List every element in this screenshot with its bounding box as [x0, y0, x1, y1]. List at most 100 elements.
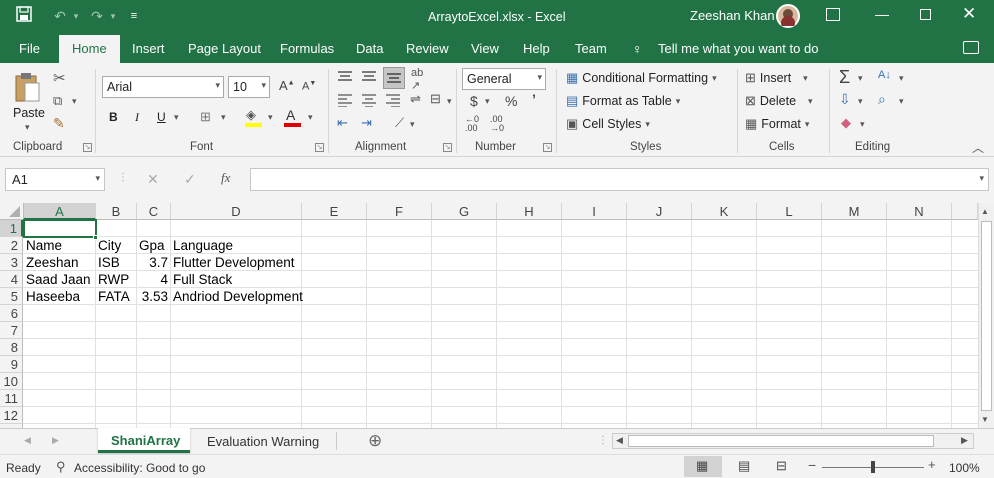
comments-icon[interactable]: [963, 41, 979, 54]
format-painter-icon[interactable]: ✎: [53, 115, 65, 132]
maximize-icon[interactable]: [920, 9, 931, 20]
row-header[interactable]: 8: [0, 339, 23, 356]
bold-button[interactable]: B: [109, 110, 118, 124]
cancel-formula-icon[interactable]: ✕: [147, 171, 159, 188]
tab-page-layout[interactable]: Page Layout: [188, 41, 261, 56]
close-icon[interactable]: ✕: [962, 4, 976, 24]
active-cell-a1[interactable]: [23, 219, 97, 238]
select-all-corner[interactable]: [0, 203, 24, 220]
row-header[interactable]: 5: [0, 288, 23, 305]
column-header[interactable]: E: [302, 203, 367, 220]
minimize-icon[interactable]: —: [875, 6, 889, 22]
decrease-decimal-icon[interactable]: .00 →0: [490, 115, 504, 133]
format-cells-button[interactable]: ▦ Format ▾: [745, 116, 809, 132]
normal-view-button[interactable]: ▦: [684, 456, 722, 477]
sort-filter-dropdown-icon[interactable]: ▾: [899, 73, 904, 84]
cell-d4[interactable]: Full Stack: [171, 271, 234, 288]
cell-a5[interactable]: Haseeba: [24, 288, 82, 305]
accessibility-icon[interactable]: ⚲: [56, 459, 66, 475]
lightbulb-icon[interactable]: ♀: [632, 41, 643, 57]
column-header[interactable]: M: [822, 203, 887, 220]
column-header-partial[interactable]: [952, 203, 978, 220]
row-header[interactable]: 11: [0, 390, 23, 407]
cell-a2[interactable]: Name: [24, 237, 64, 254]
tab-team[interactable]: Team: [575, 41, 607, 56]
font-launcher-icon[interactable]: ↘: [315, 143, 324, 152]
ribbon-display-options-icon[interactable]: [826, 8, 840, 21]
cell-c3[interactable]: 3.7: [137, 254, 170, 271]
cut-icon[interactable]: ✂: [53, 69, 66, 87]
font-name-combo[interactable]: Arial ▾: [102, 76, 224, 98]
sort-filter-icon[interactable]: A↓: [878, 69, 891, 81]
sheet-tab-shaniarray[interactable]: ShaniArray: [98, 428, 190, 453]
row-header[interactable]: 10: [0, 373, 23, 390]
redo-dropdown-icon[interactable]: ▾: [103, 6, 123, 26]
save-icon[interactable]: [14, 6, 34, 26]
page-layout-view-icon[interactable]: ▤: [738, 458, 750, 474]
find-select-icon[interactable]: ⌕: [878, 91, 886, 108]
number-launcher-icon[interactable]: ↘: [543, 143, 552, 152]
autosum-icon[interactable]: Σ: [839, 67, 850, 88]
row-header[interactable]: 7: [0, 322, 23, 339]
horizontal-scrollbar[interactable]: ◀ ▶: [612, 433, 974, 449]
column-header[interactable]: J: [627, 203, 692, 220]
align-middle-icon[interactable]: [360, 69, 378, 86]
tell-me-search[interactable]: Tell me what you want to do: [658, 41, 818, 56]
page-break-view-icon[interactable]: ⊟: [776, 458, 787, 474]
customize-quick-access-icon[interactable]: ≡: [124, 6, 144, 26]
comma-button[interactable]: ’: [532, 91, 536, 107]
increase-decimal-icon[interactable]: ←0.00: [465, 115, 479, 133]
column-header[interactable]: N: [887, 203, 952, 220]
tab-data[interactable]: Data: [356, 41, 383, 56]
clipboard-launcher-icon[interactable]: ↘: [83, 143, 92, 152]
vertical-scroll-thumb[interactable]: [981, 221, 992, 411]
zoom-out-icon[interactable]: −: [808, 457, 816, 473]
merge-center-icon[interactable]: ⊟: [430, 91, 441, 107]
insert-cells-button[interactable]: ⊞ Insert ▾: [745, 70, 808, 86]
scroll-down-icon[interactable]: ▼: [981, 415, 989, 424]
tab-insert[interactable]: Insert: [132, 41, 165, 56]
tab-split-handle-icon[interactable]: ⋮: [598, 435, 608, 446]
align-top-icon[interactable]: [336, 69, 354, 86]
row-header[interactable]: 3: [0, 254, 23, 271]
row-header[interactable]: 9: [0, 356, 23, 373]
zoom-in-icon[interactable]: +: [928, 457, 936, 472]
row-header[interactable]: 1: [0, 220, 23, 237]
text-direction-icon[interactable]: ⟋: [395, 115, 404, 131]
clear-dropdown-icon[interactable]: ▾: [860, 119, 865, 130]
format-as-table-button[interactable]: ▤ Format as Table ▾: [566, 93, 680, 109]
cell-b4[interactable]: RWP: [96, 271, 131, 288]
worksheet-grid[interactable]: A B C D E F G H I J K L M N 1 2 3 4 5 6 …: [0, 203, 978, 428]
column-header[interactable]: K: [692, 203, 757, 220]
font-color-icon[interactable]: A: [286, 107, 295, 123]
column-header[interactable]: D: [171, 203, 302, 220]
row-header[interactable]: 2: [0, 237, 23, 254]
fill-color-dropdown-icon[interactable]: ▾: [268, 112, 273, 123]
clear-icon[interactable]: ◆: [841, 115, 851, 131]
cell-styles-button[interactable]: ▣ Cell Styles ▾: [566, 116, 650, 132]
cell-b5[interactable]: FATA: [96, 288, 132, 305]
conditional-formatting-button[interactable]: ▦ Conditional Formatting ▾: [566, 70, 717, 86]
fill-dropdown-icon[interactable]: ▾: [858, 96, 863, 107]
currency-button[interactable]: $: [470, 93, 478, 109]
column-header[interactable]: G: [432, 203, 497, 220]
tab-view[interactable]: View: [471, 41, 499, 56]
avatar[interactable]: [776, 4, 800, 30]
cell-b3[interactable]: ISB: [96, 254, 122, 271]
horizontal-scroll-thumb[interactable]: [628, 435, 934, 447]
collapse-ribbon-icon[interactable]: ︿: [972, 139, 984, 156]
tab-file[interactable]: File: [19, 41, 40, 56]
column-header[interactable]: B: [96, 203, 137, 220]
increase-indent-icon[interactable]: ⇥: [361, 115, 372, 131]
paste-label[interactable]: Paste: [13, 106, 45, 120]
zoom-level[interactable]: 100%: [949, 461, 980, 475]
accessibility-status[interactable]: Accessibility: Good to go: [74, 461, 205, 475]
borders-icon[interactable]: ⊞: [200, 109, 211, 125]
column-header[interactable]: A: [24, 203, 96, 220]
sheet-tab-evaluation-warning[interactable]: Evaluation Warning: [207, 434, 319, 449]
scroll-left-icon[interactable]: ◀: [616, 435, 623, 446]
align-left-icon[interactable]: [336, 93, 354, 110]
underline-button[interactable]: U: [157, 110, 166, 124]
alignment-launcher-icon[interactable]: ↘: [443, 143, 452, 152]
wrap-text-icon[interactable]: ⇌: [410, 91, 421, 107]
